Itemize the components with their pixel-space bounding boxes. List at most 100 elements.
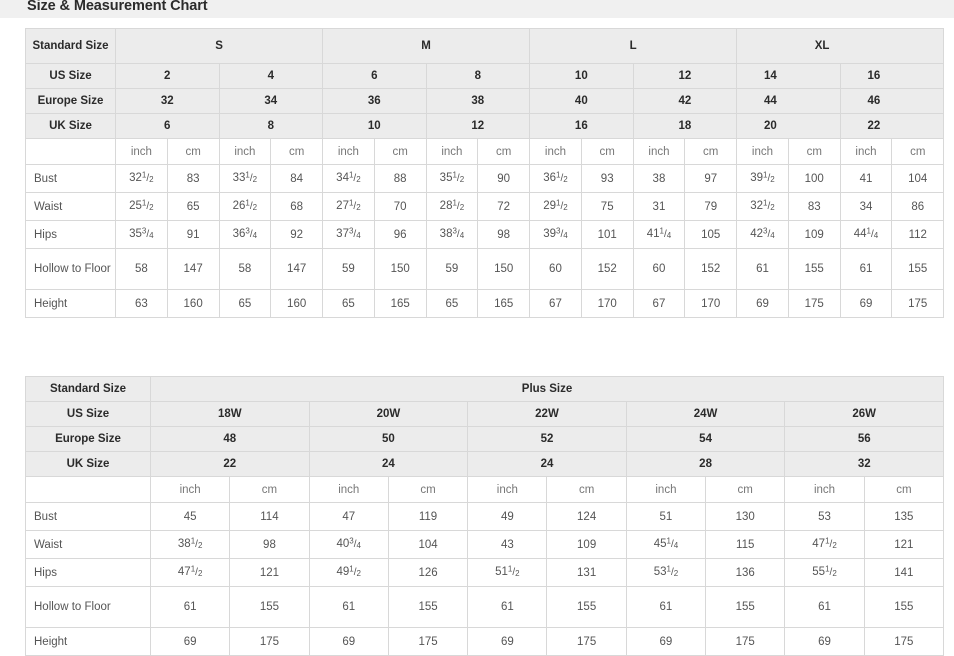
measurement-value: 136 (705, 558, 786, 587)
measurement-value: 43 (467, 530, 548, 559)
size-value: 26W (784, 401, 945, 427)
measurement-value: 104 (387, 530, 469, 559)
size-value: 46 (839, 88, 945, 114)
measurement-value: 58 (218, 248, 272, 290)
measurement-value: 175 (705, 627, 786, 656)
measurement-label: Hollow to Floor (25, 586, 151, 628)
measurement-value: 83 (787, 192, 841, 221)
fraction: 1/2 (141, 198, 154, 213)
measurement-value: 511/2 (467, 558, 548, 587)
measurement-value: 49 (467, 502, 548, 531)
measurement-value: 321/2 (115, 164, 168, 193)
measurement-row: Hollow to Floor 58 147 58 147 59 150 59 150 60 152… (25, 248, 945, 290)
size-row-label: Europe Size (25, 88, 116, 114)
measurement-value: 411/4 (632, 220, 686, 249)
measurement-value: 155 (705, 586, 786, 628)
size-value: 24W (625, 401, 786, 427)
measurement-value: 119 (387, 502, 469, 531)
measurement-value: 160 (166, 289, 220, 318)
measurement-label: Hollow to Floor (25, 248, 116, 290)
size-value: 22 (839, 113, 945, 139)
size-group-header-xl: XL (736, 28, 945, 64)
unit-row-label (25, 476, 151, 503)
title-bar: Size & Measurement Chart (0, 0, 954, 18)
measurement-value: 131 (546, 558, 627, 587)
measurement-value: 65 (322, 289, 375, 318)
size-value: 22 (150, 451, 310, 477)
measurement-value: 47 (308, 502, 389, 531)
measurement-value: 114 (229, 502, 310, 531)
unit-header-inch: inch (529, 138, 582, 165)
measurement-value: 155 (891, 248, 945, 290)
unit-header-cm: cm (891, 138, 945, 165)
measurement-value: 53 (784, 502, 865, 531)
measurement-value: 175 (546, 627, 627, 656)
measurement-label: Waist (25, 192, 116, 221)
measurement-value: 61 (736, 248, 789, 290)
measurement-value: 70 (373, 192, 427, 221)
unit-header-cm: cm (229, 476, 310, 503)
measurement-value: 91 (166, 220, 220, 249)
measurement-value: 160 (270, 289, 324, 318)
unit-header-cm: cm (270, 138, 324, 165)
measurement-value: 51 (625, 502, 707, 531)
measurement-value: 175 (229, 627, 310, 656)
measurement-value: 130 (705, 502, 786, 531)
size-row-label: UK Size (25, 113, 116, 139)
measurement-value: 101 (580, 220, 634, 249)
fraction: 3/4 (245, 226, 258, 241)
size-value: 6 (115, 113, 220, 139)
measurement-label: Bust (25, 502, 151, 531)
measurement-label: Hips (25, 558, 151, 587)
measurement-value: 41 (839, 164, 893, 193)
measurement-value: 363/4 (218, 220, 272, 249)
measurement-row: Bust 45 114 47 119 49 124 51 130 53 135 (25, 502, 945, 531)
measurement-row: Hips 353/4 91 363/4 92 373/4 96 383/4 98 393/4 101… (25, 220, 945, 249)
measurement-value: 34 (839, 192, 893, 221)
size-value: 32 (784, 451, 945, 477)
measurement-value: 471/2 (149, 558, 231, 587)
measurement-value: 60 (529, 248, 582, 290)
measurement-value: 96 (373, 220, 427, 249)
measurement-value: 531/2 (625, 558, 707, 587)
size-value: 34 (218, 88, 324, 114)
measurement-value: 69 (839, 289, 893, 318)
measurement-value: 175 (387, 627, 469, 656)
size-value: 10 (322, 113, 427, 139)
size-value: 40 (529, 88, 634, 114)
size-value: 10 (529, 63, 634, 89)
measurement-value: 109 (787, 220, 841, 249)
size-row: US Size 2 4 6 8 10 12 14 16 (25, 63, 945, 89)
measurement-value: 105 (684, 220, 738, 249)
fraction: 1/2 (763, 198, 775, 213)
unit-header-inch: inch (625, 476, 707, 503)
size-value: 18W (150, 401, 310, 427)
size-value: 54 (625, 426, 786, 452)
unit-header-cm: cm (705, 476, 786, 503)
measurement-value: 150 (373, 248, 427, 290)
measurement-value: 59 (322, 248, 375, 290)
unit-row-label (25, 138, 116, 165)
unit-header-cm: cm (863, 476, 945, 503)
fraction: 1/2 (556, 170, 568, 185)
unit-row: inch cm inch cm inch cm inch cm inch cm inch cm inch… (25, 138, 945, 165)
measurement-value: 83 (166, 164, 220, 193)
size-value: 8 (218, 113, 324, 139)
measurement-value: 98 (229, 530, 310, 559)
size-value: 38 (425, 88, 531, 114)
fraction: 1/2 (349, 564, 361, 579)
size-value: 56 (784, 426, 945, 452)
measurement-value: 69 (784, 627, 865, 656)
measurement-value: 63 (115, 289, 168, 318)
measurement-label: Hips (25, 220, 116, 249)
fraction: 1/2 (245, 198, 258, 213)
unit-header-cm: cm (387, 476, 469, 503)
measurement-value: 75 (580, 192, 634, 221)
measurement-value: 69 (625, 627, 707, 656)
size-value: 44 (736, 88, 841, 114)
measurement-value: 165 (373, 289, 427, 318)
measurement-value: 175 (891, 289, 945, 318)
measurement-value: 31 (632, 192, 686, 221)
fraction: 1/2 (556, 198, 568, 213)
measurement-value: 261/2 (218, 192, 272, 221)
